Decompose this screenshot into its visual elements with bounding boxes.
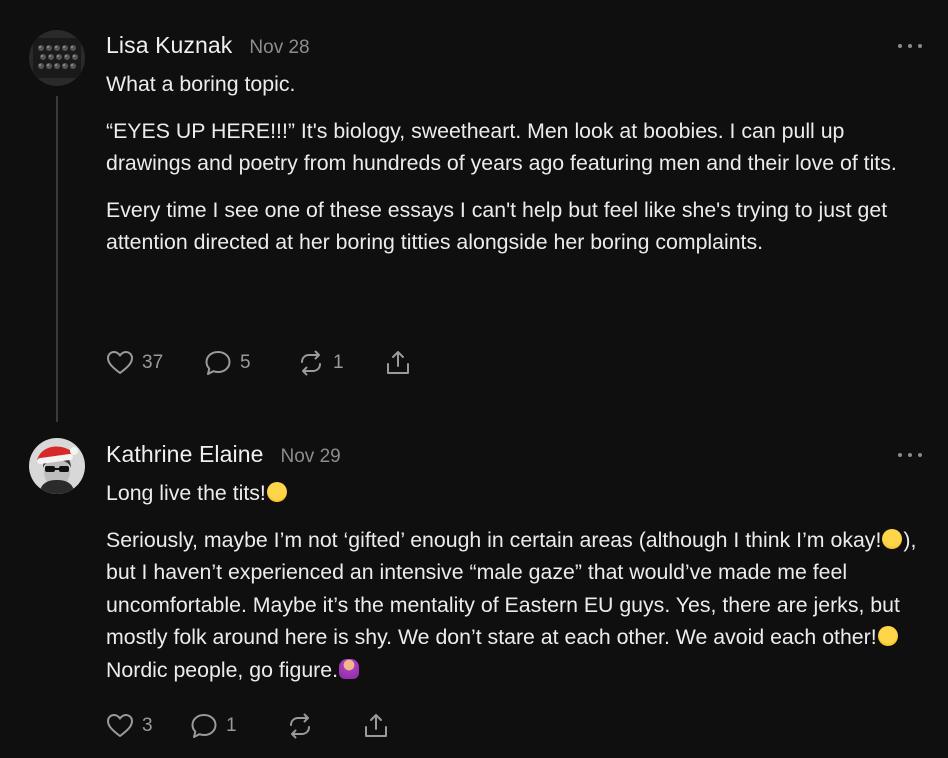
heart-icon [107, 351, 133, 374]
restack-button[interactable] [286, 712, 362, 740]
comment-paragraph: Seriously, maybe I’m not ‘gifted’ enough… [106, 524, 924, 687]
restack-button[interactable]: 1 [297, 349, 384, 377]
comment-actions: 37 5 1 [106, 348, 412, 378]
restack-count: 1 [333, 352, 344, 373]
reply-button[interactable]: 5 [204, 349, 297, 377]
paragraph-text: Long live the tits! [106, 481, 266, 505]
more-options-button[interactable] [898, 450, 922, 460]
restack-arrows-icon [290, 713, 310, 739]
avatar[interactable] [29, 438, 85, 494]
author-name[interactable]: Lisa Kuznak [106, 32, 232, 59]
reply-button[interactable]: 1 [190, 712, 286, 740]
restack-arrows-icon [301, 350, 321, 376]
santa-hat-avatar-image [29, 438, 85, 494]
paragraph-text: Nordic people, go figure. [106, 657, 339, 682]
comment-actions: 3 1 [106, 711, 390, 741]
speech-bubble-icon [205, 351, 231, 375]
comment-header: Lisa Kuznak Nov 28 [106, 32, 310, 59]
share-button[interactable] [362, 712, 390, 740]
author-name[interactable]: Kathrine Elaine [106, 441, 264, 468]
laughing-emoji-icon [877, 626, 898, 646]
speech-bubble-icon [191, 714, 217, 738]
comment-paragraph: Long live the tits! [106, 477, 924, 510]
comment-body: What a boring topic. “EYES UP HERE!!!” I… [106, 68, 924, 273]
share-button[interactable] [384, 349, 412, 377]
comment-header: Kathrine Elaine Nov 29 [106, 441, 341, 468]
reply-count: 1 [226, 715, 237, 736]
share-upload-icon [387, 351, 409, 374]
comment-paragraph: “EYES UP HERE!!!” It's biology, sweethea… [106, 118, 897, 176]
like-button[interactable]: 37 [106, 350, 204, 376]
ellipsis-icon [898, 44, 902, 48]
thread-line [56, 96, 58, 422]
comment-paragraph: What a boring topic. [106, 72, 296, 96]
like-button[interactable]: 3 [106, 713, 190, 739]
comment-date[interactable]: Nov 28 [249, 37, 309, 59]
like-count: 37 [142, 352, 164, 373]
winking-emoji-icon [882, 528, 903, 549]
share-upload-icon [365, 714, 387, 737]
heart-icon [107, 714, 133, 737]
more-options-button[interactable] [898, 41, 922, 51]
comment-date[interactable]: Nov 29 [281, 446, 341, 468]
ellipsis-icon [898, 453, 902, 457]
comment-paragraph: Every time I see one of these essays I c… [106, 197, 888, 255]
like-count: 3 [142, 715, 153, 736]
laughing-emoji-icon [266, 482, 287, 502]
reply-count: 5 [240, 352, 251, 373]
keyboard-avatar-image [29, 30, 85, 86]
shrug-emoji-icon [339, 658, 360, 679]
avatar[interactable] [29, 30, 85, 86]
comment-body: Long live the tits! Seriously, maybe I’m… [106, 477, 924, 700]
paragraph-text: Seriously, maybe I’m not ‘gifted’ enough… [106, 527, 882, 552]
